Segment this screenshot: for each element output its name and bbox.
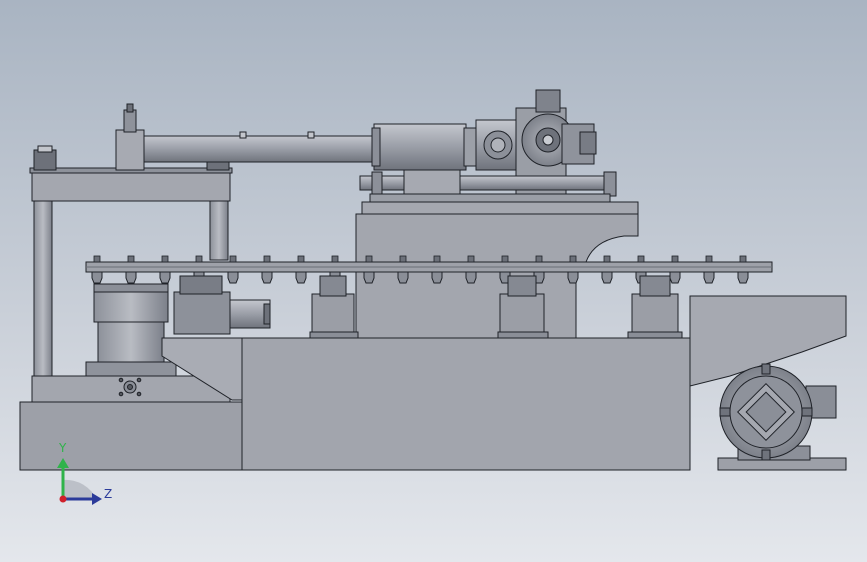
- clamp-bolt: [365, 255, 373, 263]
- clamp-bolt: [535, 255, 543, 263]
- rotary-table-disk: [85, 261, 773, 273]
- clamp-pocket: [295, 271, 307, 284]
- clamp-pocket: [669, 271, 681, 284]
- clamp-bolt: [603, 255, 611, 263]
- main-drive-motor: [719, 363, 837, 461]
- clamp-bolt: [263, 255, 271, 263]
- clamp-pocket: [465, 271, 477, 284]
- clamp-bolt: [637, 255, 645, 263]
- z-axis-label: Z: [104, 487, 113, 501]
- clamp-pocket: [91, 271, 103, 284]
- cad-viewport[interactable]: Y Z: [0, 0, 867, 562]
- clamp-pocket: [125, 271, 137, 284]
- clamp-pocket: [737, 271, 749, 284]
- clamp-bolt: [127, 255, 135, 263]
- clamp-bolt: [569, 255, 577, 263]
- clamp-bolt: [399, 255, 407, 263]
- clamp-bolt: [739, 255, 747, 263]
- clamp-pocket: [567, 271, 579, 284]
- feed-motor: [173, 275, 271, 335]
- origin-point: [59, 495, 67, 503]
- clamp-pocket: [601, 271, 613, 284]
- clamp-pocket: [159, 271, 171, 284]
- clamp-bolt: [297, 255, 305, 263]
- clamp-pocket: [703, 271, 715, 284]
- clamp-bolt: [705, 255, 713, 263]
- clamp-pocket: [431, 271, 443, 284]
- clamp-bolt: [195, 255, 203, 263]
- clamp-pocket: [363, 271, 375, 284]
- slide-saddle: [359, 169, 639, 215]
- horizontal-ram-cylinder: [143, 119, 521, 171]
- clamp-bolt: [501, 255, 509, 263]
- clamp-pocket: [397, 271, 409, 284]
- y-axis-label: Y: [59, 441, 67, 455]
- clamp-pocket: [261, 271, 273, 284]
- clamp-bolt: [93, 255, 101, 263]
- clamp-bolt: [671, 255, 679, 263]
- clamp-bolt: [467, 255, 475, 263]
- clamp-bolt: [433, 255, 441, 263]
- clamp-bolt: [331, 255, 339, 263]
- clamp-bolt: [161, 255, 169, 263]
- clamp-bolt: [229, 255, 237, 263]
- clamp-pocket: [227, 271, 239, 284]
- machine-assembly-drawing: [19, 89, 847, 505]
